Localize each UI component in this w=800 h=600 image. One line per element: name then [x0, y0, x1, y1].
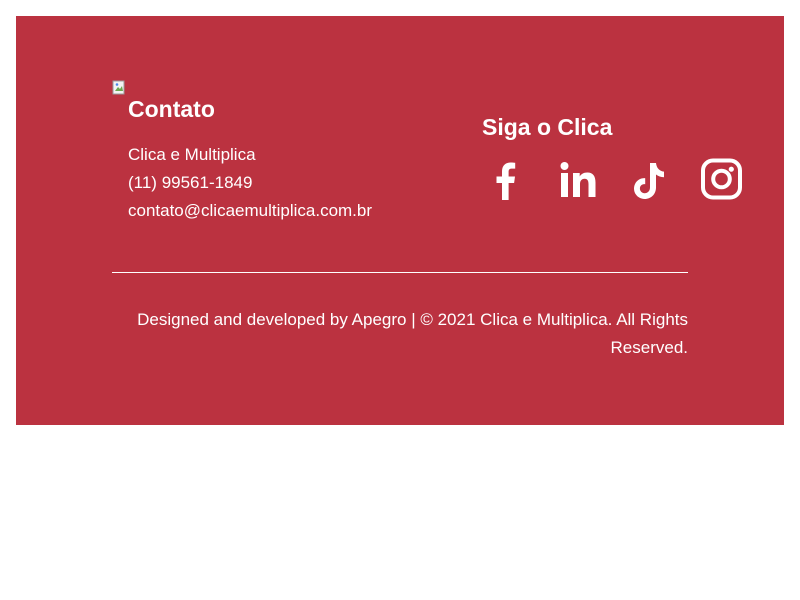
company-name: Clica e Multiplica — [128, 145, 256, 164]
facebook-icon — [496, 162, 516, 200]
social-title: Siga o Clica — [482, 114, 613, 140]
footer-divider — [112, 272, 688, 273]
contact-list: Clica e Multiplica (11) 99561-1849 conta… — [128, 141, 372, 225]
tiktok-icon — [634, 163, 664, 199]
linkedin-icon — [560, 162, 596, 197]
tiktok-link[interactable] — [618, 156, 688, 204]
facebook-link[interactable] — [478, 156, 548, 204]
broken-image-icon — [112, 80, 125, 95]
instagram-link[interactable] — [688, 156, 758, 204]
contact-title: Contato — [128, 96, 215, 122]
site-footer: Contato Clica e Multiplica (11) 99561-18… — [16, 16, 784, 425]
copyright-credits: Designed and developed by Apegro | © 202… — [137, 310, 688, 357]
social-links — [478, 156, 758, 204]
instagram-icon — [701, 158, 742, 200]
linkedin-link[interactable] — [548, 156, 618, 204]
email-link[interactable]: contato@clicaemultiplica.com.br — [128, 197, 372, 225]
phone-link[interactable]: (11) 99561-1849 — [128, 169, 372, 197]
